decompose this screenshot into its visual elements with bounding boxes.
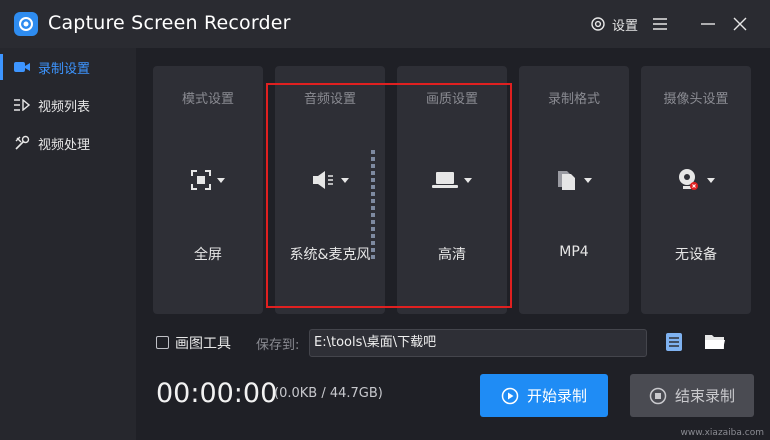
stop-recording-label: 结束录制 [674,387,735,405]
gear-icon [591,17,605,31]
save-to-label: 保存到: [256,338,300,353]
card-value: MP4 [559,244,589,260]
close-button[interactable] [730,14,750,34]
stop-recording-button[interactable]: 结束录制 [630,374,754,417]
menu-button[interactable] [650,14,670,34]
webcam-selector[interactable] [641,166,751,194]
settings-button[interactable]: 设置 [590,14,638,34]
chevron-down-icon [341,177,349,183]
volume-level-indicator [371,150,375,259]
card-title: 录制格式 [547,92,600,107]
sidebar-item-record-settings[interactable]: 录制设置 [0,48,136,86]
laptop-icon [432,172,458,188]
card-title: 摄像头设置 [663,92,729,107]
stop-icon [649,387,667,404]
close-icon [733,17,747,31]
card-title: 画质设置 [425,92,478,107]
webcam-icon [679,169,698,190]
card-value: 系统&麦克风 [289,247,371,263]
save-path-input[interactable]: E:\tools\桌面\下载吧 [309,329,647,357]
card-value: 全屏 [194,247,222,263]
webcam-settings-card[interactable]: 摄像头设置 无设备 [641,66,751,314]
sidebar-item-video-processing[interactable]: 视频处理 [0,124,136,162]
app-title: Capture Screen Recorder [48,12,291,34]
sidebar-item-label: 录制设置 [38,61,91,77]
audio-selector[interactable] [275,166,385,194]
draw-tool-label: 画图工具 [175,336,231,352]
start-recording-label: 开始录制 [526,387,587,405]
app-logo-icon [14,12,38,36]
card-title: 音频设置 [303,92,356,107]
title-bar: Capture Screen Recorder 设置 [0,0,770,48]
chevron-down-icon [217,177,225,183]
chevron-down-icon [464,177,472,183]
quality-settings-card[interactable]: 画质设置 高清 [397,66,507,314]
card-value: 无设备 [675,247,717,263]
format-selector[interactable] [519,166,629,194]
settings-label: 设置 [612,18,639,34]
card-title: 模式设置 [181,92,234,107]
audio-settings-card[interactable]: 音频设置 系统&麦克风 [275,66,385,314]
file-list-button[interactable] [666,333,686,353]
file-icon [558,171,575,190]
draw-tool-checkbox[interactable] [156,336,169,349]
sidebar-item-video-list[interactable]: 视频列表 [0,86,136,124]
play-icon [501,387,519,404]
sidebar-item-label: 视频列表 [38,99,91,115]
quality-selector[interactable] [397,166,507,194]
sidebar: 录制设置 视频列表 视频处理 [0,48,136,440]
chevron-down-icon [707,177,715,183]
video-list-icon [14,99,30,111]
storage-size-info: (0.0KB / 44.7GB) [274,386,383,401]
card-value: 高清 [438,247,466,263]
fullscreen-icon [191,170,211,190]
open-folder-button[interactable] [704,333,726,353]
list-icon [666,333,682,351]
sidebar-item-label: 视频处理 [38,137,91,153]
speaker-icon [313,171,333,189]
hamburger-icon [653,18,667,30]
format-settings-card[interactable]: 录制格式 MP4 [519,66,629,314]
recording-timer: 00:00:00 [156,378,278,409]
minimize-button[interactable] [698,14,718,34]
mode-settings-card[interactable]: 模式设置 全屏 [153,66,263,314]
save-options-row: 画图工具 保存到: E:\tools\桌面\下载吧 [156,329,756,357]
start-recording-button[interactable]: 开始录制 [480,374,608,417]
tools-icon [15,135,30,150]
camera-icon [14,62,30,72]
watermark-text: www.xiazaiba.com [680,428,764,438]
minimize-icon [701,23,715,25]
folder-icon [705,335,725,349]
mode-selector[interactable] [153,166,263,194]
chevron-down-icon [584,177,592,183]
